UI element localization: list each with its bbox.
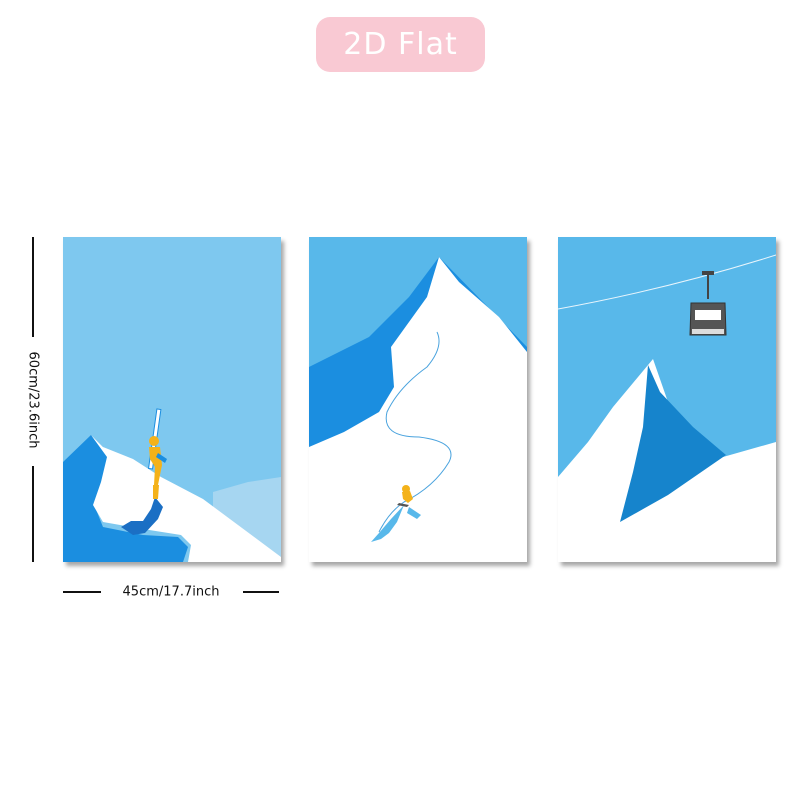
poster-panel-cable-car (558, 237, 776, 562)
width-dimension-line-left (63, 591, 101, 593)
height-dimension-line-top (32, 237, 34, 337)
height-dimension-line-bottom (32, 466, 34, 562)
width-dimension-label: 45cm/17.7inch (122, 584, 220, 600)
cable-car-illustration (558, 237, 776, 562)
poster-panel-climbing-skier (63, 237, 281, 562)
width-dimension-line-right (243, 591, 279, 593)
style-badge: 2D Flat (316, 17, 485, 72)
climbing-skier-illustration (63, 237, 281, 562)
height-dimension-label: 60cm/23.6inch (25, 351, 41, 449)
descending-skier-illustration (309, 237, 527, 562)
poster-panel-descending-skier (309, 237, 527, 562)
style-badge-label: 2D Flat (343, 27, 458, 62)
